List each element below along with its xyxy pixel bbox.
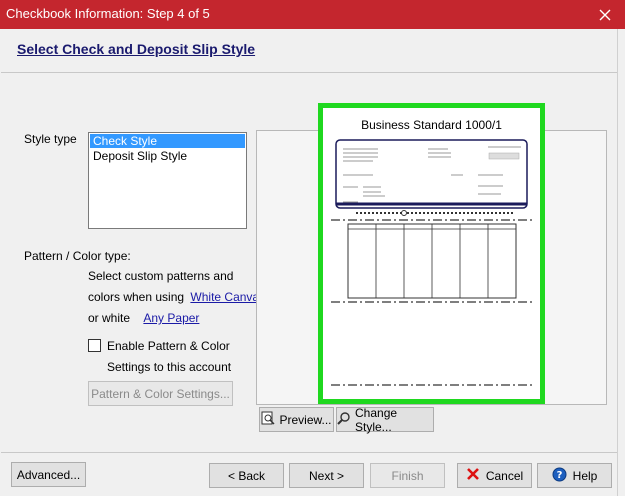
page-header: Select Check and Deposit Slip Style	[1, 29, 624, 73]
back-button[interactable]: < Back	[209, 463, 284, 488]
help-button[interactable]: ? Help	[537, 463, 612, 488]
magnifier-icon	[337, 411, 351, 428]
next-button[interactable]: Next >	[289, 463, 364, 488]
help-button-label: Help	[572, 468, 598, 483]
check-style-thumbnail	[331, 139, 532, 386]
change-style-button[interactable]: Change Style...	[336, 405, 434, 434]
pattern-text-line2: colors when using White Canvas	[88, 290, 265, 304]
pattern-text-line1: Select custom patterns and	[88, 269, 234, 283]
title-bar: Checkbook Information: Step 4 of 5	[0, 0, 625, 29]
style-type-label: Style type	[24, 132, 77, 146]
cancel-button-label: Cancel	[485, 468, 524, 483]
style-type-listbox[interactable]: Check Style Deposit Slip Style	[88, 132, 247, 229]
preview-button[interactable]: Preview...	[259, 407, 334, 432]
footer-separator	[1, 452, 617, 453]
enable-pattern-label: Enable Pattern & Color	[107, 339, 230, 353]
preview-icon	[261, 411, 276, 428]
cancel-button[interactable]: Cancel	[457, 463, 532, 488]
white-canvas-link[interactable]: White Canvas	[190, 290, 265, 304]
enable-pattern-checkbox[interactable]	[88, 339, 101, 352]
svg-text:?: ?	[556, 470, 562, 481]
preview-button-label: Preview...	[279, 412, 332, 427]
page-title: Select Check and Deposit Slip Style	[17, 41, 256, 57]
check-style-page: Business Standard 1000/1	[318, 103, 545, 404]
window-right-edge	[617, 29, 625, 496]
pattern-text-line3-prefix: or white	[88, 311, 131, 325]
advanced-button[interactable]: Advanced...	[11, 462, 86, 487]
enable-pattern-label-2: Settings to this account	[107, 360, 232, 374]
help-icon: ?	[552, 467, 567, 485]
any-paper-link[interactable]: Any Paper	[143, 311, 199, 325]
window-title: Checkbook Information: Step 4 of 5	[6, 6, 210, 21]
pattern-text-line3: or white Any Paper	[88, 311, 199, 325]
pattern-color-label: Pattern / Color type:	[24, 249, 131, 263]
style-option-check[interactable]: Check Style	[90, 134, 245, 148]
change-style-button-label: Change Style...	[355, 405, 398, 434]
finish-button[interactable]: Finish	[370, 463, 445, 488]
cancel-icon	[466, 467, 480, 484]
pattern-color-settings-button[interactable]: Pattern & Color Settings...	[88, 381, 233, 406]
style-option-deposit[interactable]: Deposit Slip Style	[90, 149, 245, 163]
pattern-text-line2-prefix: colors when using	[88, 290, 185, 304]
close-icon[interactable]	[585, 0, 625, 29]
